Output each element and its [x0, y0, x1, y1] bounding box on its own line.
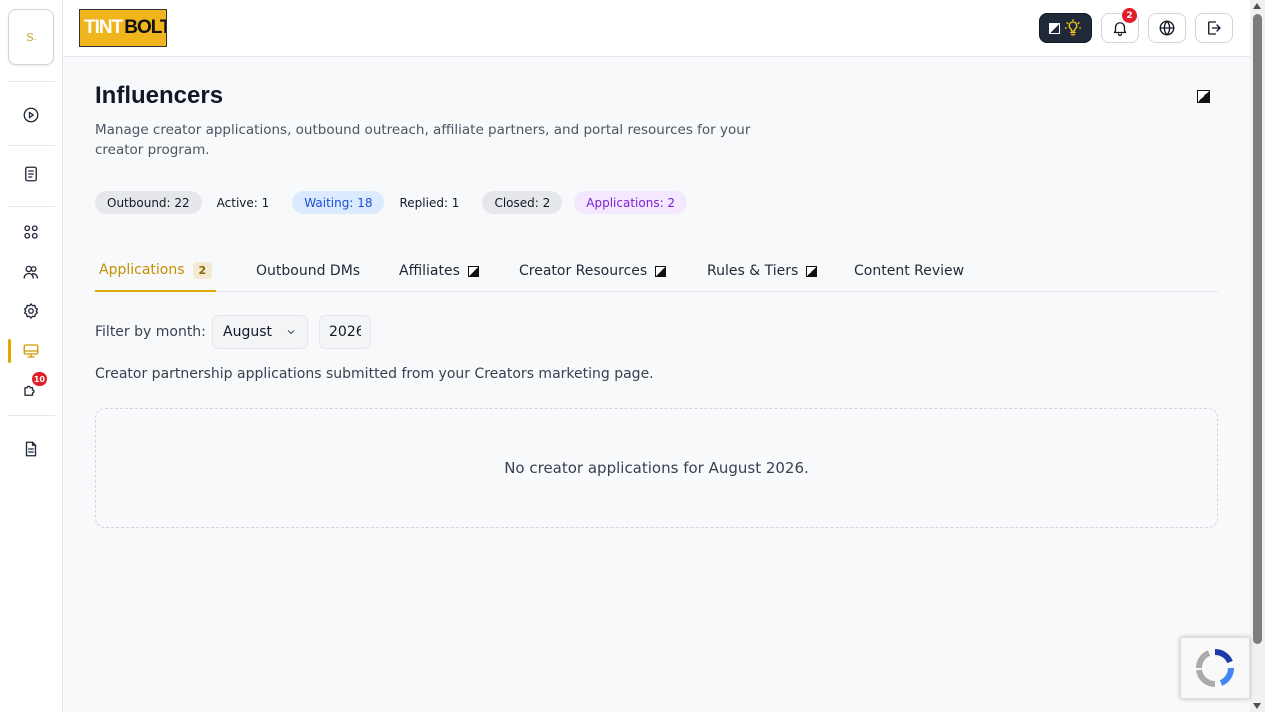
year-input[interactable] — [319, 315, 371, 349]
stat-applications: Applications: 2 — [574, 191, 688, 214]
page-description: Manage creator applications, outbound ou… — [95, 122, 751, 158]
settings-icon — [23, 303, 39, 319]
scroll-up-arrow[interactable] — [1253, 3, 1261, 9]
page-scrollbar[interactable] — [1250, 0, 1265, 712]
sidebar-item-users[interactable] — [19, 260, 43, 284]
stat-outbound: Outbound: 22 — [95, 191, 202, 214]
tab-affiliates[interactable]: Affiliates — [399, 250, 479, 292]
logout-icon — [1208, 21, 1221, 35]
users-icon — [23, 265, 39, 279]
tab-label: Creator Resources — [519, 263, 648, 279]
sidebar-divider — [8, 206, 55, 207]
sidebar-item-documents[interactable] — [19, 437, 43, 461]
month-select[interactable]: August — [212, 315, 308, 349]
recaptcha-badge[interactable] — [1180, 637, 1250, 699]
tab-content-review[interactable]: Content Review — [854, 250, 964, 292]
tab-outbound-dms[interactable]: Outbound DMs — [256, 250, 360, 292]
empty-state-message: No creator applications for August 2026. — [504, 459, 809, 477]
tab-label: Rules & Tiers — [707, 263, 799, 279]
document-icon — [25, 441, 37, 457]
top-header: TINT BOLT 2 — [63, 0, 1250, 57]
sidebar-item-dashboard[interactable] — [19, 103, 43, 127]
sidebar-item-apps[interactable] — [19, 220, 43, 244]
stat-closed: Closed: 2 — [482, 191, 563, 214]
stat-waiting: Waiting: 18 — [292, 191, 385, 214]
scroll-thumb[interactable] — [1253, 14, 1262, 644]
sidebar: S····· 10 — [0, 0, 63, 712]
presentation-icon — [23, 344, 39, 358]
chevron-down-icon — [287, 330, 295, 335]
sidebar-divider — [8, 145, 55, 146]
integrations-badge: 10 — [31, 372, 47, 386]
sidebar-item-reports[interactable] — [19, 162, 43, 186]
logo-tint: TINT — [80, 10, 125, 46]
contrast-toggle-icon[interactable] — [1197, 90, 1210, 103]
section-description: Creator partnership applications submitt… — [95, 366, 654, 382]
month-value: August — [223, 324, 272, 340]
tab-count-badge: 2 — [192, 261, 213, 279]
play-circle-icon — [23, 107, 39, 123]
brand-switcher[interactable]: S····· — [8, 9, 54, 65]
stat-active: Active: 1 — [216, 195, 270, 210]
tab-label: Outbound DMs — [256, 263, 361, 279]
contrast-icon — [467, 265, 479, 277]
sidebar-item-integrations[interactable]: 10 — [19, 372, 47, 402]
language-button[interactable] — [1148, 13, 1186, 43]
tab-applications[interactable]: Applications 2 — [95, 250, 217, 292]
stats-pills: Outbound: 22 Active: 1 Waiting: 18 Repli… — [95, 191, 699, 214]
stat-replied: Replied: 1 — [399, 195, 460, 210]
empty-state: No creator applications for August 2026. — [95, 408, 1218, 528]
grid-icon — [24, 225, 38, 239]
clipboard-icon — [25, 166, 37, 182]
contrast-icon — [655, 265, 667, 277]
filter-label: Filter by month: — [95, 324, 206, 340]
tab-label: Affiliates — [399, 263, 460, 279]
tab-label: Applications — [99, 262, 185, 278]
tab-creator-resources[interactable]: Creator Resources — [519, 250, 667, 292]
logout-button[interactable] — [1195, 13, 1233, 43]
globe-icon — [1159, 20, 1175, 36]
sidebar-divider — [8, 81, 55, 82]
notifications-button[interactable]: 2 — [1101, 8, 1139, 43]
logo-bolt: BOLT — [124, 10, 166, 46]
page-title: Influencers — [95, 82, 224, 109]
theme-toggle-button[interactable] — [1039, 13, 1092, 43]
lightbulb-icon — [1064, 19, 1082, 36]
sidebar-active-indicator — [8, 339, 11, 363]
sidebar-divider — [8, 415, 55, 416]
contrast-icon — [806, 265, 818, 277]
tab-rules-tiers[interactable]: Rules & Tiers — [707, 250, 818, 292]
sidebar-item-influencers[interactable] — [19, 339, 43, 363]
recaptcha-icon — [1195, 648, 1235, 688]
tab-label: Content Review — [854, 263, 965, 279]
notifications-badge: 2 — [1122, 8, 1137, 23]
brand-logo: S····· — [26, 30, 36, 44]
tab-bar: Applications 2 Outbound DMs Affiliates C… — [95, 250, 1218, 292]
tintbolt-logo[interactable]: TINT BOLT — [79, 9, 167, 47]
scroll-down-arrow[interactable] — [1253, 703, 1261, 709]
contrast-icon — [1049, 22, 1060, 34]
sidebar-item-settings[interactable] — [19, 299, 43, 323]
